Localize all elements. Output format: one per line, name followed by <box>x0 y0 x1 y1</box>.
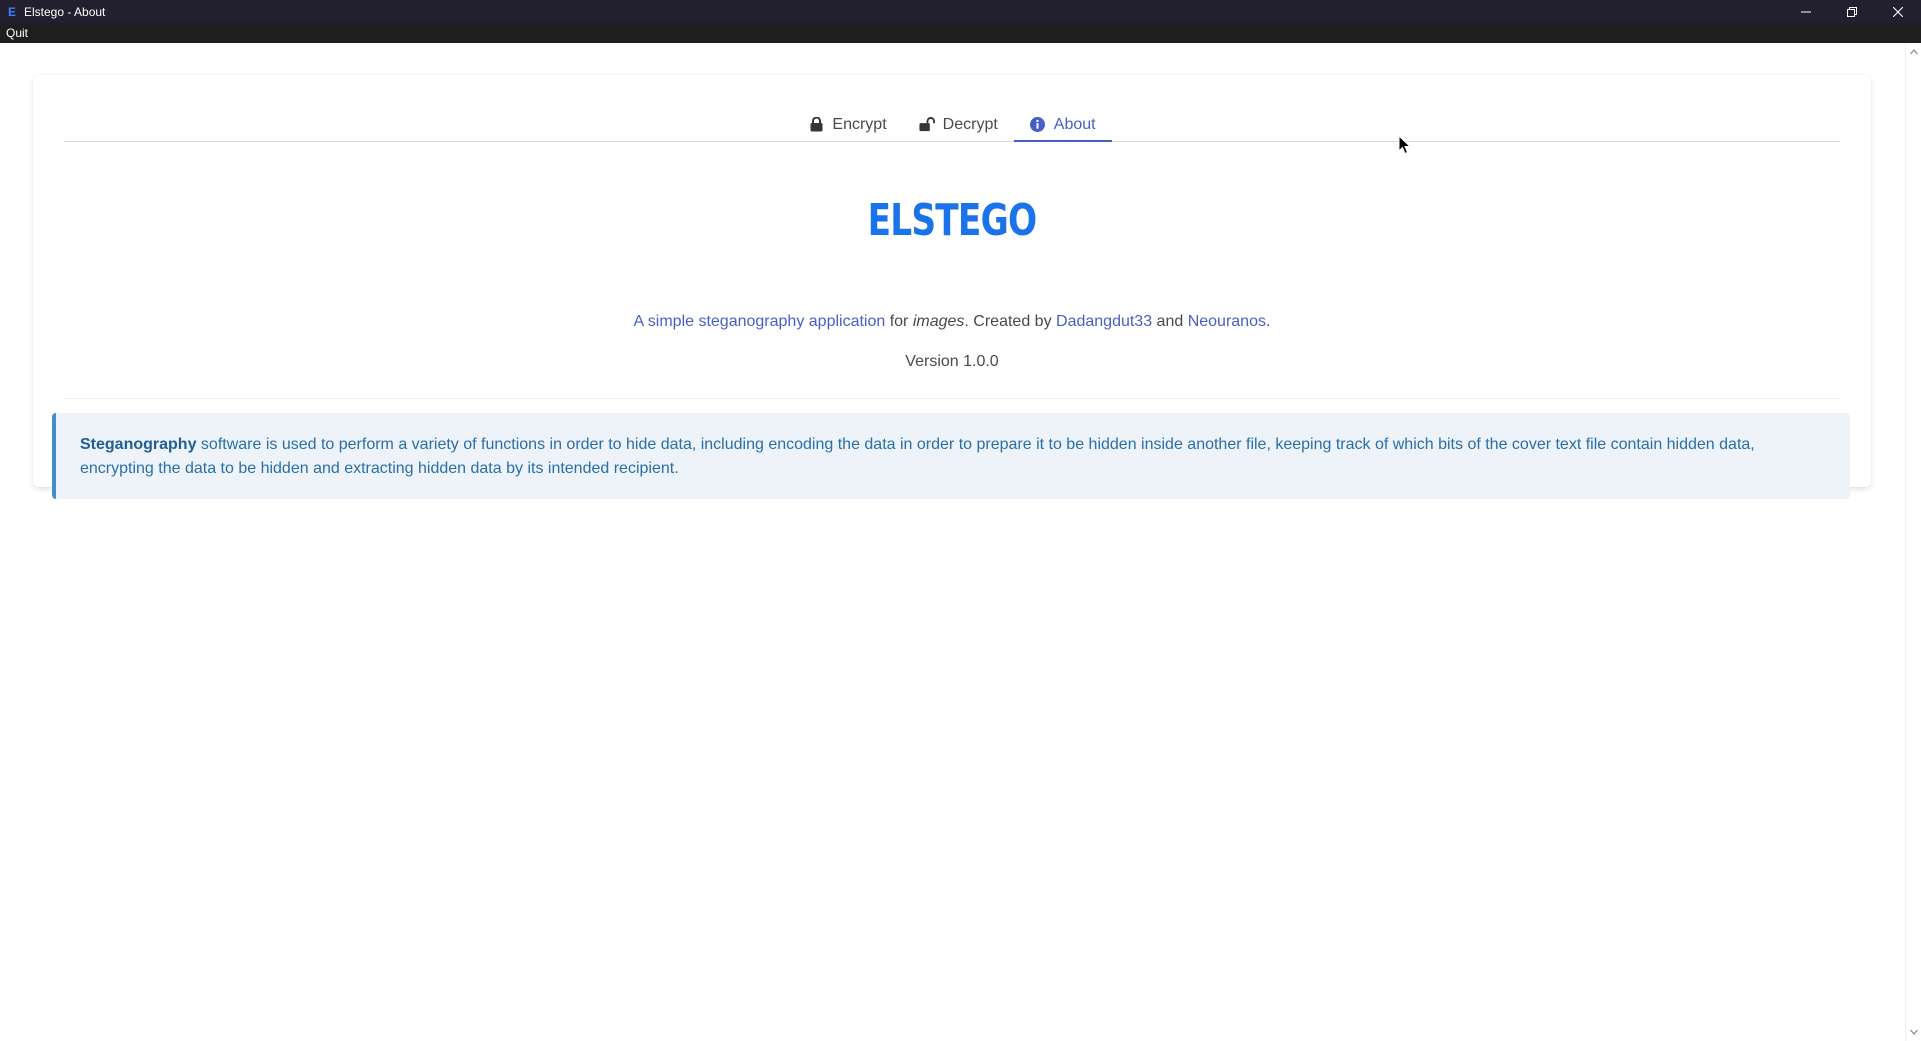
tab-about-label: About <box>1053 115 1096 133</box>
description-text: . <box>1265 313 1271 330</box>
unlock-icon <box>919 117 935 133</box>
main-content: Encrypt Decrypt About ELSTEGO A simple s… <box>0 43 1905 1041</box>
app-description: A simple steganography application for i… <box>33 312 1871 332</box>
tab-encrypt[interactable]: Encrypt <box>792 109 902 142</box>
tab-decrypt-label: Decrypt <box>942 115 998 133</box>
info-notice: Steganography software is used to perfor… <box>52 413 1850 499</box>
about-card: Encrypt Decrypt About ELSTEGO A simple s… <box>33 75 1871 499</box>
tab-about[interactable]: About <box>1013 109 1112 142</box>
minimize-icon <box>1801 11 1811 12</box>
scroll-down-icon[interactable] <box>1910 1028 1918 1036</box>
close-button[interactable] <box>1875 0 1921 23</box>
close-icon <box>1893 6 1903 17</box>
tab-bar: Encrypt Decrypt About <box>64 109 1840 142</box>
window-title: Elstego - About <box>24 4 106 19</box>
notice-text: software is used to perform a variety of… <box>80 436 1755 477</box>
author-link-neouranos[interactable]: Neouranos <box>1188 313 1266 330</box>
description-text: for <box>885 313 913 330</box>
tab-decrypt[interactable]: Decrypt <box>903 109 1014 142</box>
restore-button[interactable] <box>1829 0 1875 23</box>
divider <box>64 398 1840 399</box>
restore-icon <box>1847 6 1857 17</box>
scroll-up-icon[interactable] <box>1910 48 1918 56</box>
description-images: images <box>912 313 965 330</box>
page-title: ELSTEGO <box>867 195 1038 246</box>
notice-term: Steganography <box>80 436 197 453</box>
mouse-cursor-icon <box>1398 135 1412 155</box>
info-icon <box>1030 117 1046 133</box>
description-text: and <box>1152 313 1188 330</box>
steganography-app-link[interactable]: A simple steganography application <box>634 313 886 330</box>
description-text: . Created by <box>964 313 1057 330</box>
menu-bar: Quit <box>0 23 1921 43</box>
tab-encrypt-label: Encrypt <box>832 115 887 133</box>
minimize-button[interactable] <box>1783 0 1829 23</box>
lock-icon <box>808 117 824 133</box>
window-controls <box>1783 0 1921 23</box>
app-icon: E <box>7 4 16 19</box>
author-link-dadangdut33[interactable]: Dadangdut33 <box>1056 313 1152 330</box>
title-bar: E Elstego - About <box>0 0 1921 23</box>
vertical-scrollbar[interactable] <box>1905 43 1921 1041</box>
menu-item-quit[interactable]: Quit <box>0 23 34 43</box>
version-label: Version 1.0.0 <box>905 353 999 370</box>
